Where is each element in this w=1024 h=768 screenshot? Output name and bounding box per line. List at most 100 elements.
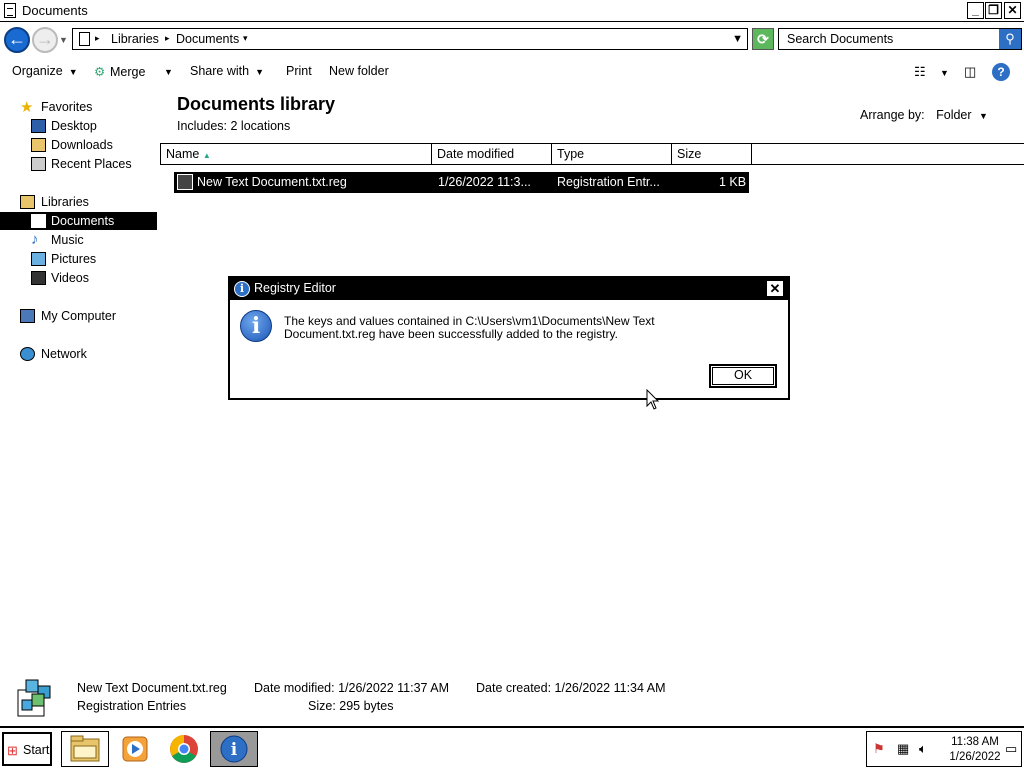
nav-documents-label: Documents bbox=[51, 214, 115, 228]
clock-date: 1/26/2022 bbox=[949, 751, 1001, 763]
merge-label: Merge bbox=[110, 65, 146, 79]
column-name[interactable]: Name ▲ bbox=[160, 144, 432, 164]
videos-icon bbox=[31, 271, 46, 285]
preview-pane-icon[interactable]: ◫ bbox=[964, 64, 976, 80]
help-icon[interactable]: ? bbox=[992, 63, 1010, 81]
share-with-label: Share with bbox=[190, 64, 250, 78]
registry-editor-dialog: i Registry Editor ✕ i The keys and value… bbox=[228, 276, 790, 400]
start-button[interactable]: ⊞ Start bbox=[2, 732, 52, 766]
ok-button[interactable]: OK bbox=[709, 364, 777, 388]
search-icon[interactable]: ⚲ bbox=[999, 29, 1021, 49]
documents-icon bbox=[31, 214, 46, 228]
network-tray-icon[interactable]: ▦ bbox=[897, 741, 909, 757]
nav-network-label: Network bbox=[41, 347, 87, 361]
volume-icon[interactable]: 🔈︎ bbox=[919, 741, 927, 757]
back-button[interactable]: ← bbox=[4, 27, 30, 53]
close-button[interactable]: ✕ bbox=[1004, 2, 1021, 19]
file-date: 1/26/2022 11:3... bbox=[438, 175, 531, 189]
column-date-modified[interactable]: Date modified bbox=[432, 144, 552, 164]
media-player-icon bbox=[122, 736, 148, 762]
documents-icon bbox=[4, 3, 16, 18]
details-type: Registration Entries bbox=[77, 699, 187, 713]
nav-libraries[interactable]: Libraries bbox=[0, 193, 157, 211]
taskbar-chrome[interactable] bbox=[160, 731, 208, 767]
system-tray: ⚑ ▦ 🔈︎ 11:38 AM 1/26/2022 ▭ bbox=[866, 731, 1022, 767]
recent-places-icon bbox=[31, 157, 46, 171]
search-input[interactable]: Search Documents ⚲ bbox=[778, 28, 1022, 50]
refresh-button[interactable]: ⟳ bbox=[752, 28, 774, 50]
action-center-flag-icon[interactable]: ⚑ bbox=[873, 741, 885, 757]
address-row: ← → ▼ ▸ Libraries ▸ Documents ▾ ▼ ⟳ Sear… bbox=[0, 24, 1024, 54]
clock-time: 11:38 AM bbox=[951, 736, 999, 748]
breadcrumb-libraries[interactable]: Libraries bbox=[111, 32, 159, 46]
start-label: Start bbox=[23, 743, 50, 757]
downloads-icon bbox=[31, 138, 46, 152]
command-bar: Organize ▼ ⚙ Merge ▼ Share with ▼ Print New… bbox=[0, 58, 1024, 86]
chevron-down-icon: ▼ bbox=[255, 67, 264, 77]
file-type: Registration Entr... bbox=[557, 175, 660, 189]
pictures-icon bbox=[31, 252, 46, 266]
nav-recent-places[interactable]: Recent Places bbox=[0, 155, 157, 173]
address-bar[interactable]: ▸ Libraries ▸ Documents ▾ ▼ bbox=[72, 28, 748, 50]
nav-music[interactable]: ♪ Music bbox=[0, 231, 157, 249]
column-type[interactable]: Type bbox=[552, 144, 672, 164]
history-dropdown-icon[interactable]: ▼ bbox=[59, 35, 68, 45]
nav-my-computer-label: My Computer bbox=[41, 309, 117, 323]
dialog-message-line2: Document.txt.reg have been successfully … bbox=[284, 327, 618, 341]
arrange-by: Arrange by: Folder ▼ bbox=[860, 108, 988, 122]
information-icon: i bbox=[240, 310, 272, 342]
library-includes-text[interactable]: Includes: 2 locations bbox=[177, 119, 290, 133]
taskbar-media-player[interactable] bbox=[110, 731, 158, 767]
dialog-close-button[interactable]: ✕ bbox=[766, 280, 784, 297]
arrange-by-dropdown[interactable]: Folder ▼ bbox=[936, 108, 988, 122]
clock[interactable]: 11:38 AM 1/26/2022 bbox=[943, 735, 1007, 765]
nav-recent-places-label: Recent Places bbox=[51, 157, 132, 171]
info-icon: i bbox=[220, 735, 248, 763]
nav-downloads[interactable]: Downloads bbox=[0, 136, 157, 154]
star-icon: ★ bbox=[20, 99, 34, 116]
nav-my-computer[interactable]: My Computer bbox=[0, 307, 157, 325]
organize-button[interactable]: Organize ▼ bbox=[12, 64, 78, 78]
details-date-modified: Date modified: 1/26/2022 11:37 AM bbox=[254, 681, 450, 695]
column-size[interactable]: Size bbox=[672, 144, 752, 164]
merge-dropdown-icon[interactable]: ▼ bbox=[164, 64, 173, 78]
address-dropdown-icon[interactable]: ▼ bbox=[732, 33, 743, 45]
minimize-button[interactable]: _ bbox=[967, 2, 984, 19]
mouse-cursor-icon bbox=[646, 389, 660, 410]
merge-button[interactable]: ⚙ Merge bbox=[94, 64, 145, 79]
details-date-created: Date created: 1/26/2022 11:34 AM bbox=[476, 681, 666, 695]
nav-network[interactable]: Network bbox=[0, 345, 157, 363]
nav-favorites[interactable]: ★ Favorites bbox=[0, 98, 157, 116]
taskbar-explorer[interactable] bbox=[61, 731, 109, 767]
breadcrumb-documents[interactable]: Documents bbox=[176, 32, 239, 46]
new-folder-button[interactable]: New folder bbox=[329, 64, 389, 78]
nav-videos[interactable]: Videos bbox=[0, 269, 157, 287]
chrome-icon bbox=[170, 735, 198, 763]
registry-file-large-icon bbox=[17, 679, 51, 717]
chevron-down-icon: ▼ bbox=[68, 67, 78, 77]
nav-documents[interactable]: Documents bbox=[0, 212, 157, 230]
computer-icon bbox=[20, 309, 35, 323]
chevron-right-icon[interactable]: ▸ bbox=[165, 33, 170, 44]
desktop-icon bbox=[31, 119, 46, 133]
nav-pictures[interactable]: Pictures bbox=[0, 250, 157, 268]
network-icon bbox=[20, 347, 35, 361]
svg-text:i: i bbox=[231, 740, 238, 760]
nav-music-label: Music bbox=[51, 233, 84, 247]
dialog-title: Registry Editor bbox=[254, 281, 336, 295]
view-dropdown-icon[interactable]: ▼ bbox=[940, 68, 949, 78]
show-desktop-icon[interactable]: ▭ bbox=[1005, 741, 1017, 757]
forward-button[interactable]: → bbox=[32, 27, 58, 53]
nav-desktop[interactable]: Desktop bbox=[0, 117, 157, 135]
taskbar-registry-editor[interactable]: i bbox=[210, 731, 258, 767]
chevron-right-icon[interactable]: ▸ bbox=[95, 33, 100, 44]
view-options-icon[interactable]: ☷ bbox=[914, 64, 926, 80]
file-row[interactable]: New Text Document.txt.reg 1/26/2022 11:3… bbox=[174, 172, 749, 193]
share-with-button[interactable]: Share with ▼ bbox=[190, 64, 264, 78]
details-pane: New Text Document.txt.reg Date modified:… bbox=[0, 672, 1024, 724]
maximize-button[interactable]: ❐ bbox=[985, 2, 1002, 19]
chevron-down-icon[interactable]: ▾ bbox=[243, 33, 248, 44]
print-button[interactable]: Print bbox=[286, 64, 312, 78]
organize-label: Organize bbox=[12, 64, 63, 78]
registry-icon: ⚙ bbox=[94, 65, 106, 79]
